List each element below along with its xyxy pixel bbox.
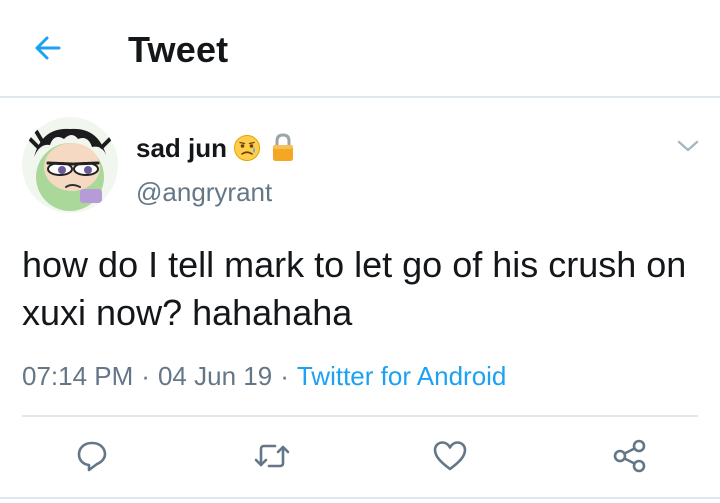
top-app-bar: Tweet [0,0,720,98]
tweet-source-link[interactable]: Twitter for Android [297,361,507,391]
reply-icon [77,441,107,472]
tweet-options-button[interactable] [676,136,700,156]
tweet-text: how do I tell mark to let go of his crus… [22,244,687,333]
retweet-icon [254,444,290,468]
avatar[interactable] [22,117,118,213]
author-handle[interactable]: @angryrant [136,177,272,207]
author-display-name[interactable]: sad jun [136,133,295,163]
like-button[interactable] [430,436,470,476]
bottom-divider [0,497,720,499]
meta-separator: · [280,361,289,391]
share-icon [613,439,646,473]
share-button[interactable] [610,436,650,476]
tweet-date: 04 Jun 19 [157,361,273,391]
back-button[interactable] [30,30,66,66]
reply-button[interactable] [72,436,112,476]
sad-face-emoji-icon [233,134,261,162]
author-name-text: sad jun [136,133,228,163]
tweet-time: 07:14 PM [22,361,134,391]
divider [22,415,698,417]
chevron-down-icon [677,140,699,152]
retweet-button[interactable] [252,436,292,476]
avatar-image [22,117,118,213]
page-title: Tweet [128,29,229,70]
meta-separator: · [141,361,150,391]
lock-icon [271,133,295,163]
heart-icon [433,441,467,471]
arrow-left-icon [35,36,61,60]
tweet-meta: 07:14 PM · 04 Jun 19 · Twitter for Android [22,360,506,392]
